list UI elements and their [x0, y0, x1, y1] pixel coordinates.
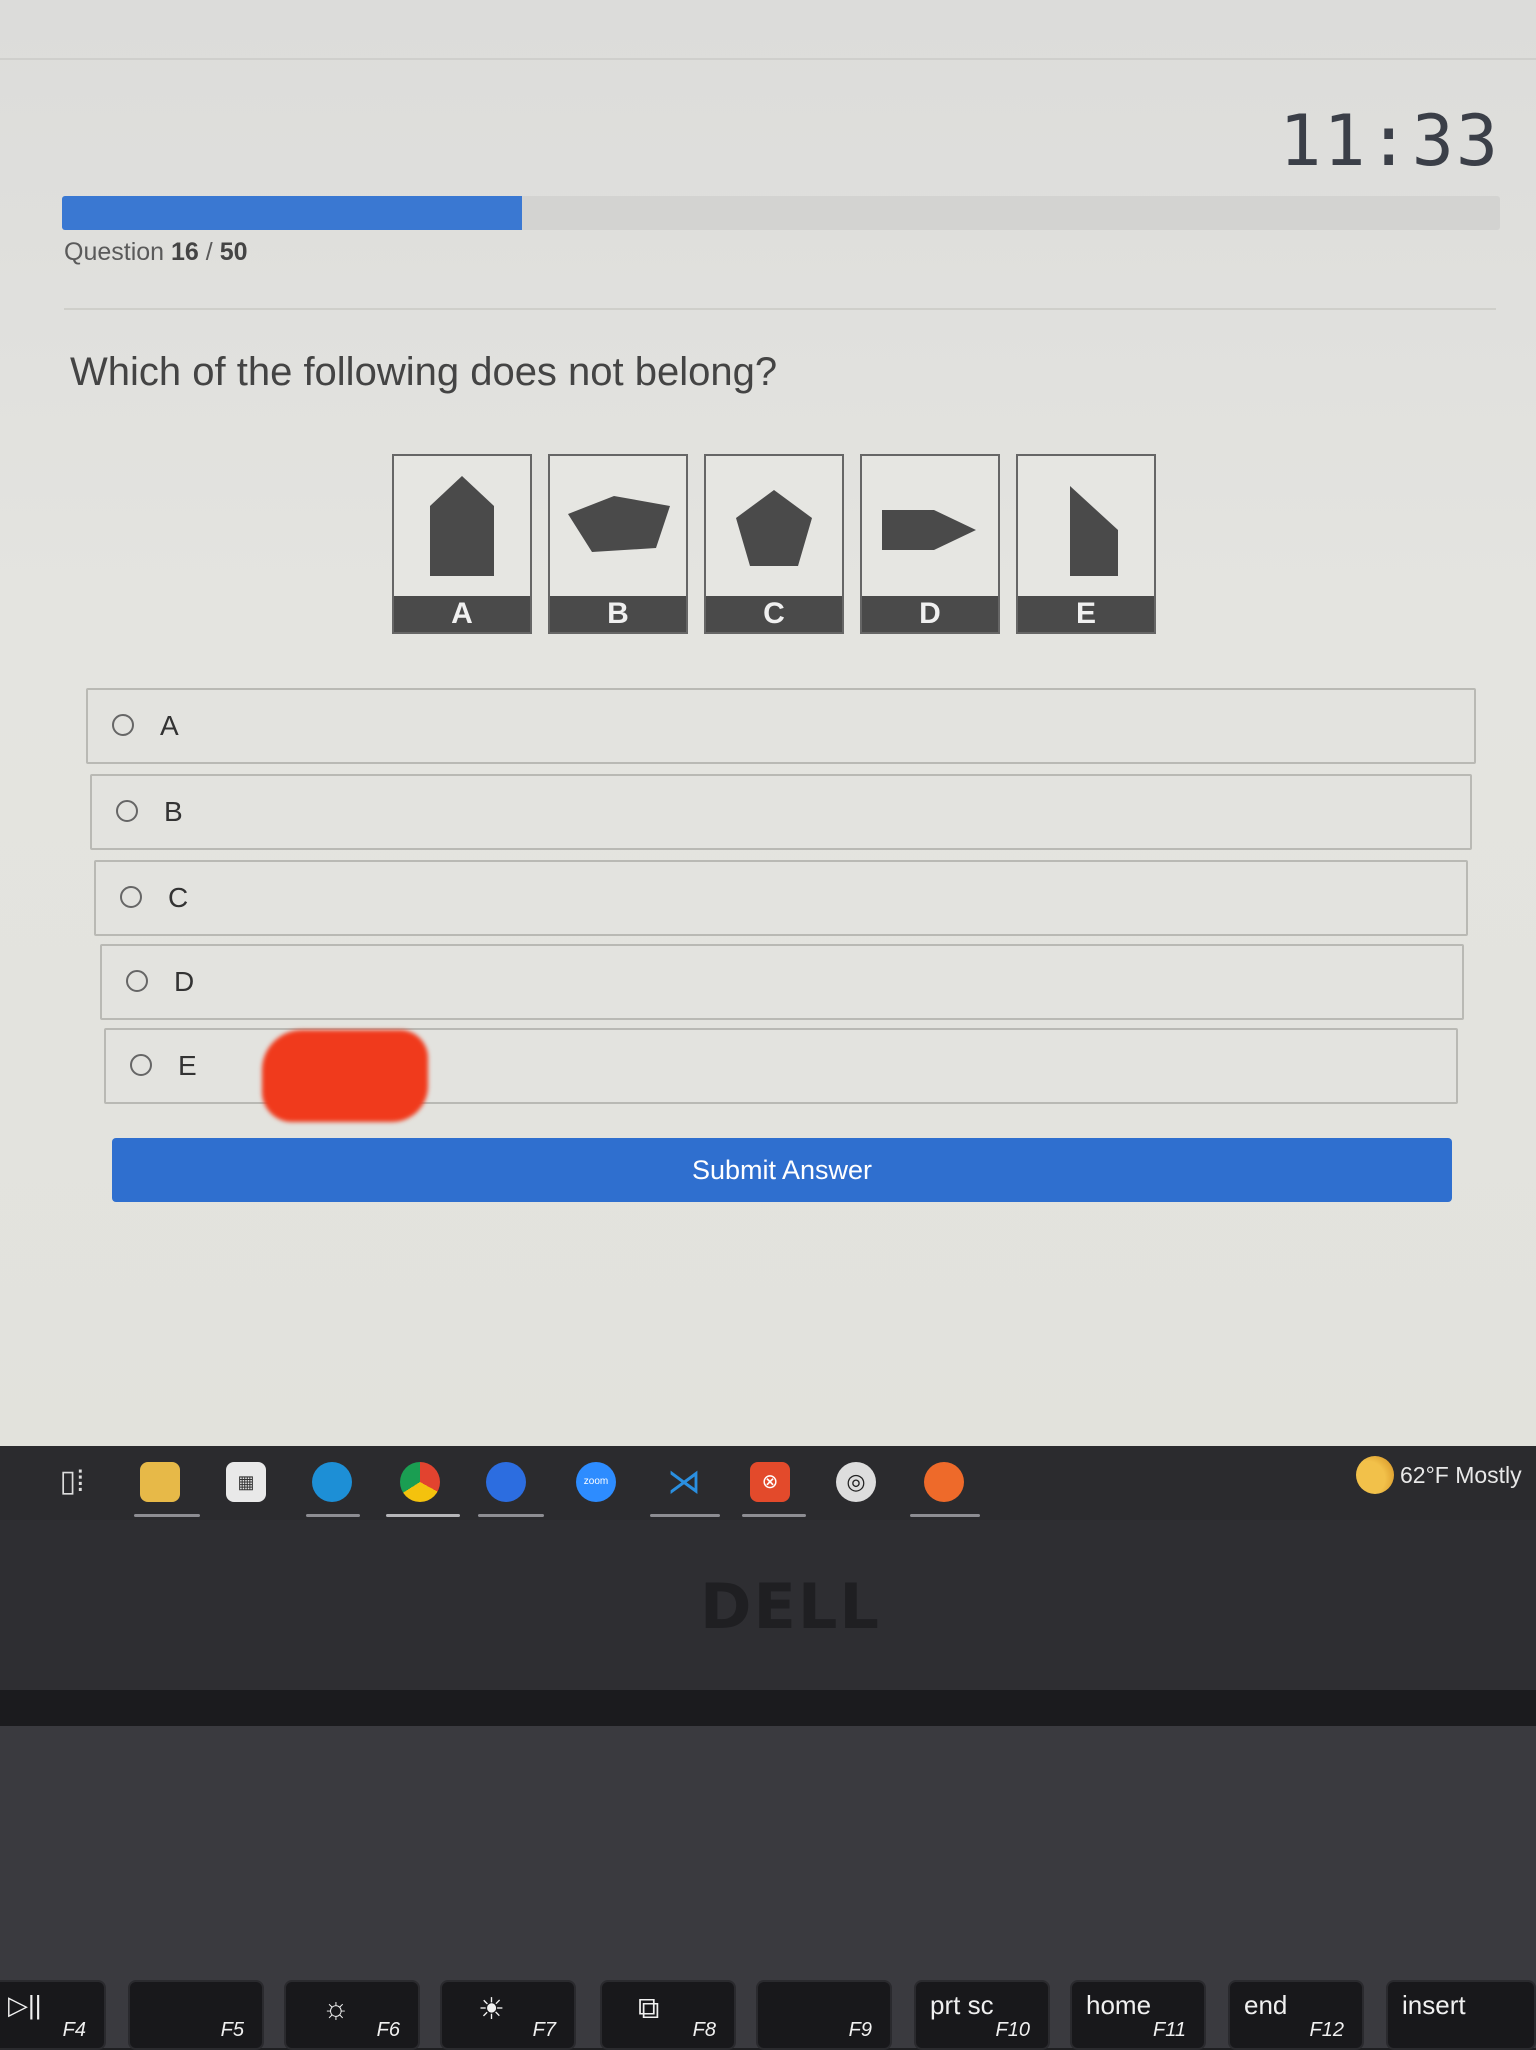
task-view-icon[interactable]: ▯⁞: [52, 1462, 92, 1502]
countdown-timer: 11:33: [1279, 100, 1500, 182]
figure-label: B: [550, 596, 686, 632]
figure-b: B: [548, 454, 688, 634]
zoom-icon[interactable]: zoom: [576, 1462, 616, 1502]
question-counter-current: 16: [171, 238, 199, 266]
dell-logo: DELL: [700, 1570, 881, 1643]
messenger-icon[interactable]: [486, 1462, 526, 1502]
radio-button[interactable]: [126, 970, 148, 992]
vscode-icon[interactable]: ⋊: [664, 1462, 704, 1502]
key-f9[interactable]: F9: [756, 1980, 892, 2050]
option-label: C: [168, 882, 189, 913]
radio-button[interactable]: [112, 714, 134, 736]
figure-c: C: [704, 454, 844, 634]
redaction-mark: [262, 1030, 428, 1122]
flat-pentagon-icon: [568, 496, 670, 552]
figure-label: E: [1018, 596, 1154, 632]
question-counter: Question 16 / 50: [64, 238, 248, 267]
key-home[interactable]: home F11: [1070, 1980, 1206, 2050]
option-label: B: [164, 796, 183, 827]
option-d[interactable]: D: [100, 944, 1464, 1020]
brightness-down-icon: ☼: [322, 1992, 350, 2025]
weather-text[interactable]: 62°F Mostly: [1400, 1462, 1522, 1489]
chrome-icon[interactable]: [400, 1462, 440, 1502]
app-underline: [306, 1514, 360, 1517]
weather-icon[interactable]: [1356, 1456, 1394, 1494]
app-orange-icon[interactable]: [924, 1462, 964, 1502]
laptop-hinge: [0, 1690, 1536, 1726]
app-underline: [910, 1514, 980, 1517]
option-c[interactable]: C: [94, 860, 1468, 936]
radio-button[interactable]: [116, 800, 138, 822]
progress-bar: [62, 196, 1500, 230]
figure-label: C: [706, 596, 842, 632]
figure-label: D: [862, 596, 998, 632]
app-underline: [478, 1514, 544, 1517]
edge-icon[interactable]: [312, 1462, 352, 1502]
key-f8[interactable]: ⧉ F8: [600, 1980, 736, 2050]
submit-answer-button[interactable]: Submit Answer: [112, 1138, 1452, 1202]
key-f7[interactable]: ☀ F7: [440, 1980, 576, 2050]
key-f6[interactable]: ☼ F6: [284, 1980, 420, 2050]
figure-label: A: [394, 596, 530, 632]
brightness-up-icon: ☀: [478, 1993, 505, 2026]
obs-icon[interactable]: ◎: [836, 1462, 876, 1502]
project-display-icon: ⧉: [638, 1992, 660, 2025]
store-icon[interactable]: ▦: [226, 1462, 266, 1502]
option-label: A: [160, 710, 179, 741]
option-a[interactable]: A: [86, 688, 1476, 764]
app-icon[interactable]: ⊗: [750, 1462, 790, 1502]
app-underline: [134, 1514, 200, 1517]
figure-a: A: [392, 454, 532, 634]
question-counter-sep: /: [205, 238, 213, 266]
screen: 11:33 Question 16 / 50 Which of the foll…: [0, 0, 1536, 1520]
question-text: Which of the following does not belong?: [70, 350, 778, 394]
key-prtsc[interactable]: prt sc F10: [914, 1980, 1050, 2050]
figure-e: E: [1016, 454, 1156, 634]
radio-button[interactable]: [120, 886, 142, 908]
file-explorer-icon[interactable]: [140, 1462, 180, 1502]
key-insert[interactable]: insert: [1386, 1980, 1536, 2050]
app-underline: [386, 1514, 460, 1517]
regular-pentagon-icon: [736, 490, 812, 566]
key-f4[interactable]: ▷|| F4: [0, 1980, 106, 2050]
slanted-pentagon-icon: [1070, 486, 1118, 576]
divider: [64, 308, 1496, 310]
app-underline: [742, 1514, 806, 1517]
option-b[interactable]: B: [90, 774, 1472, 850]
option-label: E: [178, 1050, 197, 1081]
question-counter-total: 50: [219, 238, 248, 266]
key-end[interactable]: end F12: [1228, 1980, 1364, 2050]
progress-fill: [62, 196, 523, 230]
key-f5[interactable]: F5: [128, 1980, 264, 2050]
radio-button[interactable]: [130, 1054, 152, 1076]
app-underline: [650, 1514, 720, 1517]
house-pentagon-icon: [430, 476, 494, 576]
taskbar: ▯⁞ ▦ zoom ⋊ ⊗ ◎: [0, 1446, 1536, 1520]
arrow-pentagon-icon: [882, 510, 976, 550]
figure-row: A B C D E: [392, 454, 1156, 638]
option-label: D: [174, 966, 195, 997]
figure-d: D: [860, 454, 1000, 634]
question-counter-prefix: Question: [64, 238, 165, 266]
